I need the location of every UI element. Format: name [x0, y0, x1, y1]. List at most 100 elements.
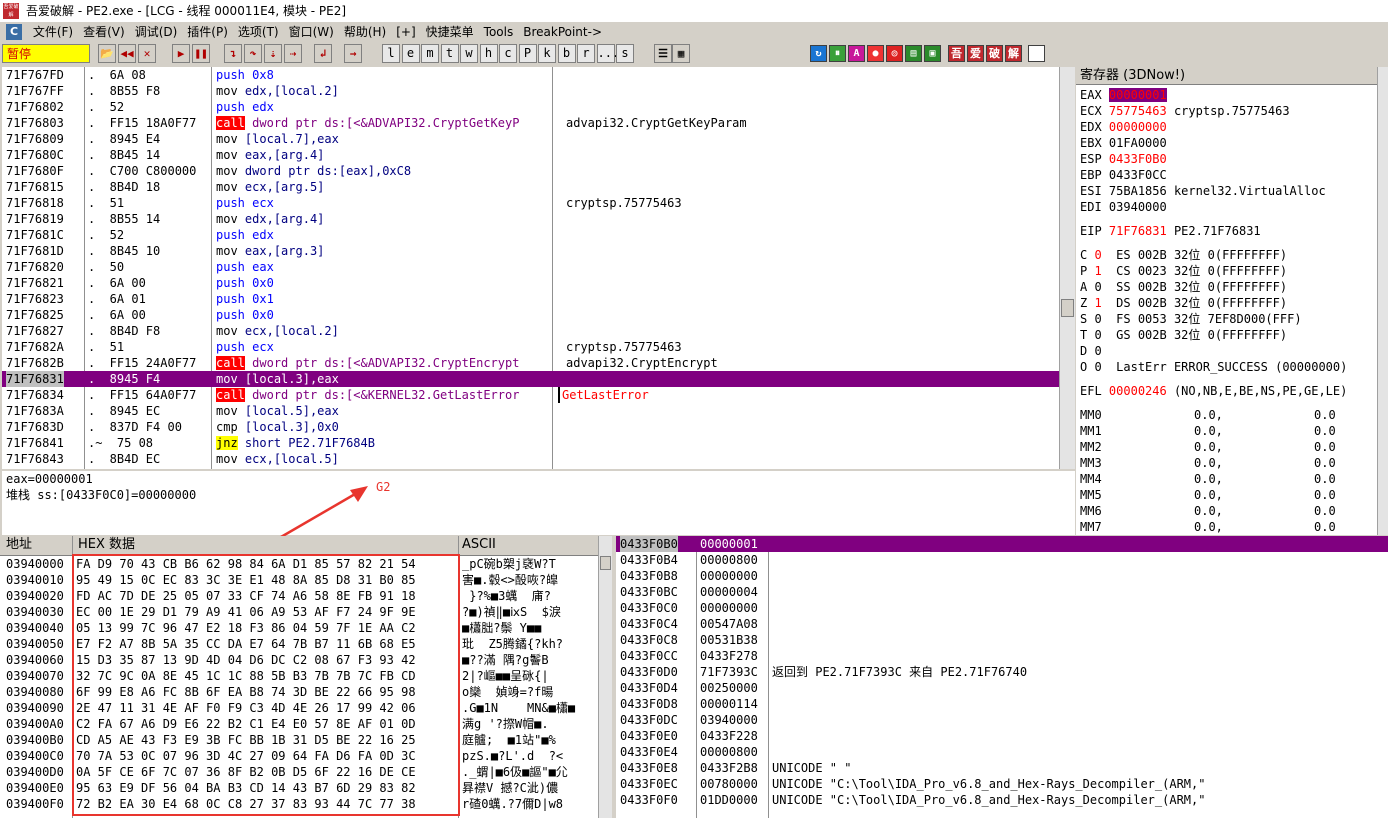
stack-value[interactable]: 01DD0000 — [700, 792, 758, 808]
disasm-row[interactable]: 71F76803 . FF15 18A0F77 call dword ptr ds:… — [2, 115, 1059, 131]
stack-value[interactable]: 00000004 — [700, 584, 758, 600]
registers-scrollbar[interactable] — [1377, 67, 1388, 535]
flag-value[interactable]: 0 — [1094, 312, 1101, 326]
step-over-icon[interactable]: ↷ — [244, 44, 262, 63]
plugin-a-icon[interactable]: A — [848, 45, 865, 62]
flag-row[interactable]: A 0 SS 002B 32位 0(FFFFFFFF) — [1080, 279, 1287, 295]
register-row[interactable]: EBP 0433F0CC — [1080, 167, 1167, 183]
menu-item[interactable]: 快捷菜单 — [421, 22, 479, 42]
trace-into-icon[interactable]: ⇣ — [264, 44, 282, 63]
mmx-row[interactable]: MM6 0.0, 0.0 — [1080, 503, 1336, 519]
register-value[interactable]: 0433F0CC — [1109, 168, 1167, 182]
stack-value[interactable]: 00780000 — [700, 776, 758, 792]
stack-value[interactable]: 00531B38 — [700, 632, 758, 648]
disassembly-panel[interactable]: 71F767FD . 6A 08 push 0x8 71F767FF . 8B55 F8… — [2, 67, 1059, 469]
stack-row[interactable]: 0433F0C4 00547A08 — [616, 616, 1388, 632]
stack-value[interactable]: 00000000 — [700, 600, 758, 616]
stack-row[interactable]: 0433F0F0 01DD0000 UNICODE "C:\Tool\IDA_Pro… — [616, 792, 1388, 808]
disasm-row[interactable]: 71F76825 . 6A 00 push 0x0 — [2, 307, 1059, 323]
step-into-icon[interactable]: ↴ — [224, 44, 242, 63]
toolbar-letter-button[interactable]: s — [616, 44, 634, 63]
display-icon[interactable]: ▣ — [924, 45, 941, 62]
record-icon[interactable]: ● — [867, 45, 884, 62]
registers-panel[interactable]: 寄存器 (3DNow!) EAX 00000001 ECX 75775463 cr… — [1076, 67, 1388, 535]
register-row[interactable]: EAX 00000001 — [1080, 87, 1167, 103]
stack-row[interactable]: 0433F0DC 03940000 — [616, 712, 1388, 728]
crack-plugin-icon[interactable]: 解 — [1005, 45, 1022, 62]
trace-over-icon[interactable]: ⇢ — [284, 44, 302, 63]
toolbar-letter-button[interactable]: b — [557, 44, 576, 63]
flag-value[interactable]: 1 — [1094, 264, 1101, 278]
disasm-row[interactable]: 71F76841 .~ 75 08 jnz short PE2.71F7684B — [2, 435, 1059, 451]
pause-icon[interactable]: ❚❚ — [192, 44, 210, 63]
pause-plugin-icon[interactable]: ⏸ — [829, 45, 846, 62]
disasm-row[interactable]: 71F7680F . C700 C800000 mov dword ptr ds:[… — [2, 163, 1059, 179]
run-icon[interactable]: ▶ — [172, 44, 190, 63]
flag-row[interactable]: D 0 — [1080, 343, 1102, 359]
register-row[interactable]: ECX 75775463 cryptsp.75775463 — [1080, 103, 1290, 119]
mmx-row[interactable]: MM1 0.0, 0.0 — [1080, 423, 1336, 439]
list-icon[interactable]: ☰ — [654, 44, 672, 63]
blank-plugin-icon[interactable] — [1028, 45, 1045, 62]
register-value[interactable]: 75775463 — [1109, 104, 1167, 118]
disasm-row[interactable]: 71F767FD . 6A 08 push 0x8 — [2, 67, 1059, 83]
mmx-row[interactable]: MM2 0.0, 0.0 — [1080, 439, 1336, 455]
menu-item[interactable]: 文件(F) — [28, 22, 78, 42]
menu-item[interactable]: 插件(P) — [182, 22, 233, 42]
menu-item[interactable]: [+] — [391, 22, 420, 42]
crack-plugin-icon[interactable]: 吾 — [948, 45, 965, 62]
menu-item[interactable]: 选项(T) — [233, 22, 284, 42]
disasm-row[interactable]: 71F76823 . 6A 01 push 0x1 — [2, 291, 1059, 307]
cpu-window-icon[interactable]: C — [6, 24, 22, 40]
mmx-row[interactable]: MM7 0.0, 0.0 — [1080, 519, 1336, 535]
register-value[interactable]: 71F76831 — [1109, 224, 1167, 238]
flag-row[interactable]: O 0 LastErr ERROR_SUCCESS (00000000) — [1080, 359, 1347, 375]
col-ascii-header[interactable]: ASCII — [462, 536, 496, 554]
register-row[interactable]: EDX 00000000 — [1080, 119, 1167, 135]
stack-row[interactable]: 0433F0EC 00780000 UNICODE "C:\Tool\IDA_Pro… — [616, 776, 1388, 792]
toolbar-letter-button[interactable]: m — [421, 44, 439, 63]
stack-row[interactable]: 0433F0C8 00531B38 — [616, 632, 1388, 648]
execute-till-return-icon[interactable]: ↲ — [314, 44, 332, 63]
flag-value[interactable]: 0 — [1094, 280, 1101, 294]
mmx-row[interactable]: MM4 0.0, 0.0 — [1080, 471, 1336, 487]
toolbar-letter-button[interactable]: e — [401, 44, 420, 63]
flag-row[interactable]: T 0 GS 002B 32位 0(FFFFFFFF) — [1080, 327, 1287, 343]
register-value[interactable]: 00000001 — [1108, 88, 1167, 102]
flag-value[interactable]: 0 — [1094, 248, 1101, 262]
stack-row[interactable]: 0433F0B8 00000000 — [616, 568, 1388, 584]
disasm-scroll-thumb[interactable] — [1061, 299, 1074, 317]
stack-value[interactable]: 00547A08 — [700, 616, 758, 632]
stack-row[interactable]: 0433F0D8 00000114 — [616, 696, 1388, 712]
mmx-row[interactable]: MM0 0.0, 0.0 — [1080, 407, 1336, 423]
stack-value[interactable]: 00000800 — [700, 552, 758, 568]
stack-value[interactable]: 00000000 — [700, 568, 758, 584]
flag-row[interactable]: Z 1 DS 002B 32位 0(FFFFFFFF) — [1080, 295, 1287, 311]
goto-icon[interactable]: → — [344, 44, 362, 63]
hexdump-scrollbar[interactable] — [598, 536, 612, 818]
register-row[interactable]: EBX 01FA0000 — [1080, 135, 1167, 151]
stack-row[interactable]: 0433F0BC 00000004 — [616, 584, 1388, 600]
stack-row[interactable]: 0433F0D4 00250000 — [616, 680, 1388, 696]
flag-value[interactable]: 0 — [1094, 328, 1101, 342]
menu-item[interactable]: 查看(V) — [78, 22, 130, 42]
disasm-row[interactable]: 71F76843 . 8B4D EC mov ecx,[local.5] — [2, 451, 1059, 467]
toolbar-letter-button[interactable]: t — [440, 44, 459, 63]
register-value[interactable]: 75BA1856 — [1109, 184, 1167, 198]
disasm-scrollbar[interactable] — [1059, 67, 1075, 469]
stack-row[interactable]: 0433F0B4 00000800 — [616, 552, 1388, 568]
mmx-row[interactable]: MM3 0.0, 0.0 — [1080, 455, 1336, 471]
stack-value[interactable]: 00000001 — [700, 536, 758, 552]
flag-value[interactable]: 1 — [1094, 296, 1101, 310]
stack-row[interactable]: 0433F0CC 0433F278 — [616, 648, 1388, 664]
toolbar-letter-button[interactable]: l — [382, 44, 400, 63]
toolbar-letter-button[interactable]: k — [538, 44, 556, 63]
disasm-row[interactable]: 71F76827 . 8B4D F8 mov ecx,[local.2] — [2, 323, 1059, 339]
stack-value[interactable]: 0433F278 — [700, 648, 758, 664]
disasm-row[interactable]: 71F76831 . 8945 F4 mov [local.3],eax — [2, 371, 1059, 387]
disasm-row[interactable]: 71F76819 . 8B55 14 mov edx,[arg.4] — [2, 211, 1059, 227]
target-icon[interactable]: ◎ — [886, 45, 903, 62]
flag-row[interactable]: S 0 FS 0053 32位 7EF8D000(FFF) — [1080, 311, 1302, 327]
disasm-row[interactable]: 71F7682B . FF15 24A0F77 call dword ptr ds:… — [2, 355, 1059, 371]
close-icon[interactable]: ✕ — [138, 44, 156, 63]
